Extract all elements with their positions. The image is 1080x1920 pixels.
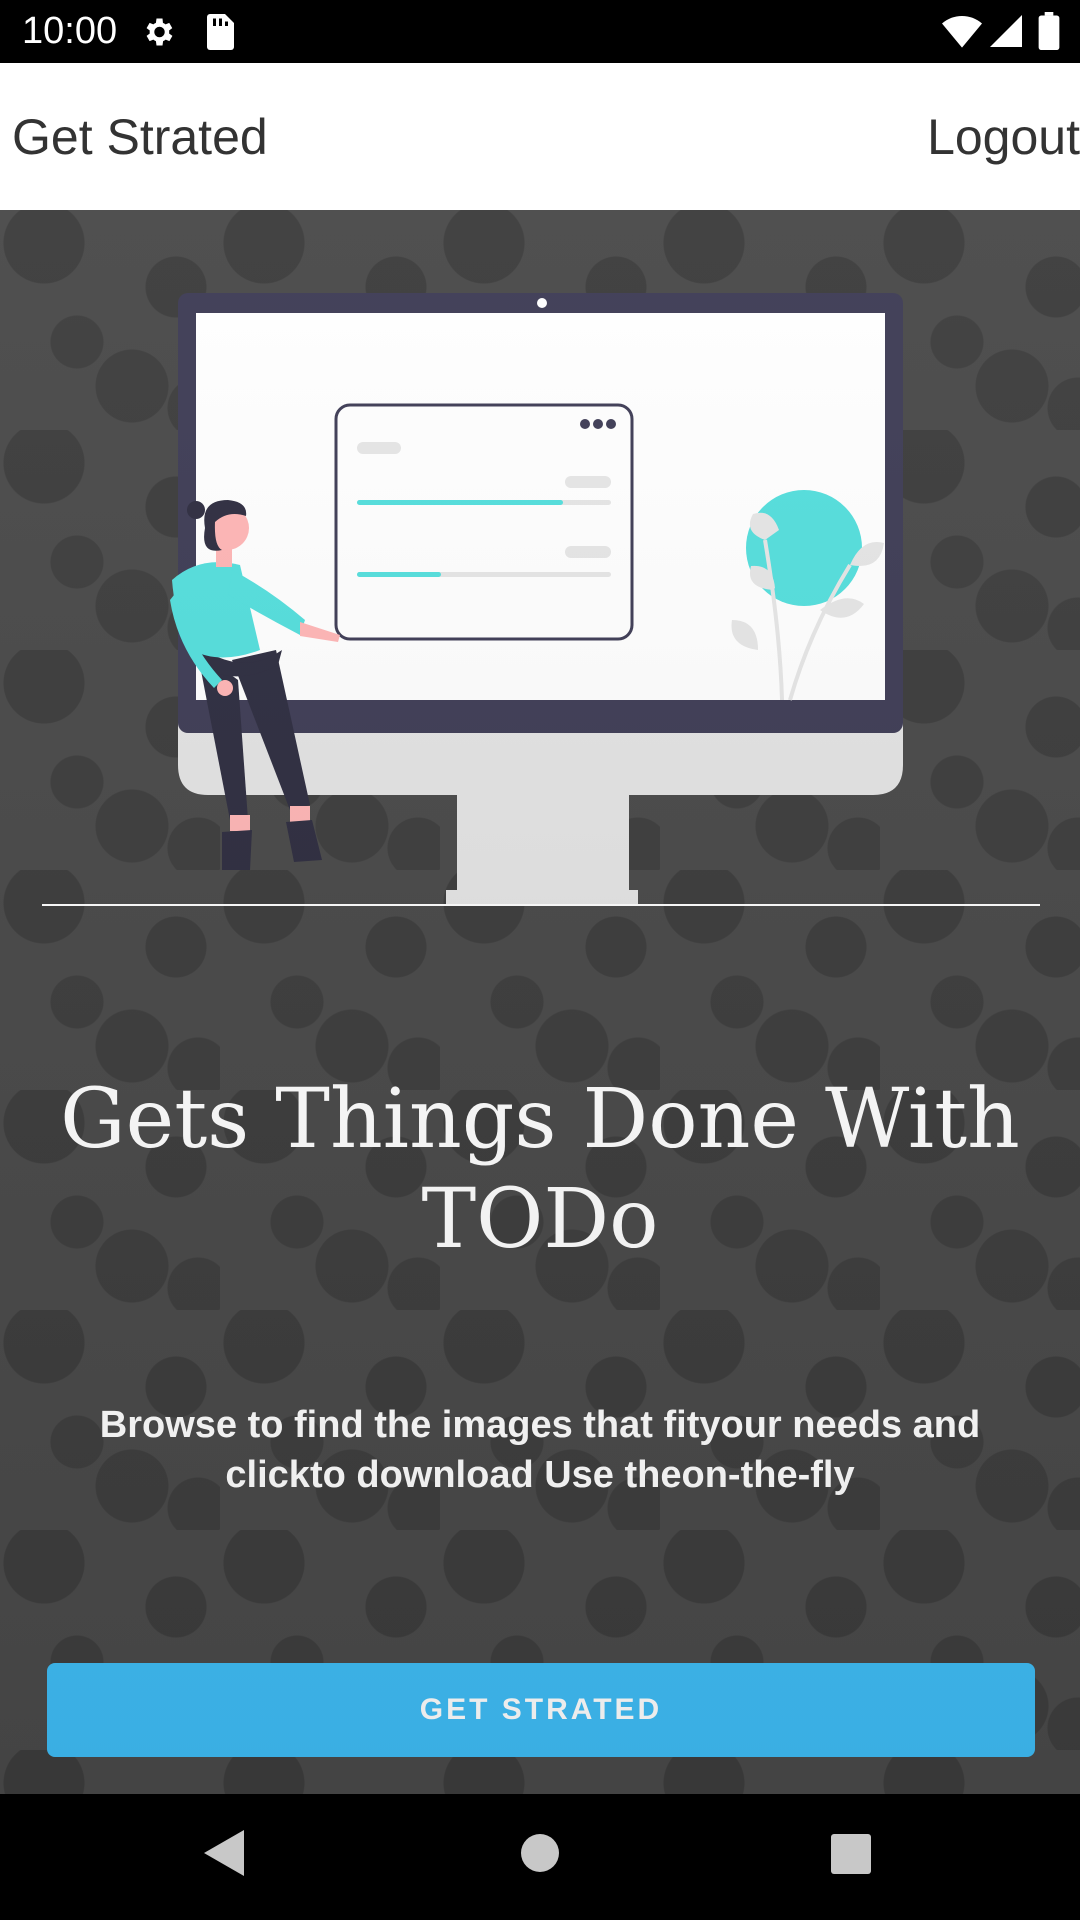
battery-icon (1038, 12, 1060, 55)
sd-card-icon (204, 14, 234, 55)
status-bar: 10:00 (0, 0, 1080, 63)
wifi-icon (942, 14, 982, 53)
status-time: 10:00 (22, 10, 118, 52)
main-content: Gets Things Done With TODo Browse to fin… (0, 210, 1080, 1794)
screen: 10:00 Get Strated Logout Gets Things Don… (0, 0, 1080, 1920)
page-title: Get Strated (12, 109, 268, 165)
back-icon[interactable] (204, 1830, 244, 1881)
person-at-computer-illustration (42, 293, 1040, 906)
app-bar: Get Strated Logout (0, 63, 1080, 210)
navigation-bar (0, 1794, 1080, 1920)
description-text: Browse to find the images that fityour n… (99, 1404, 981, 1496)
signal-icon (990, 14, 1022, 53)
headline: Gets Things Done With TODo (60, 1072, 1020, 1267)
home-icon[interactable] (520, 1830, 560, 1881)
gear-icon (140, 14, 176, 55)
get-started-button[interactable]: GET STRATED (47, 1663, 1035, 1757)
logout-button[interactable]: Logout (927, 107, 1080, 167)
recents-icon[interactable] (831, 1830, 871, 1881)
